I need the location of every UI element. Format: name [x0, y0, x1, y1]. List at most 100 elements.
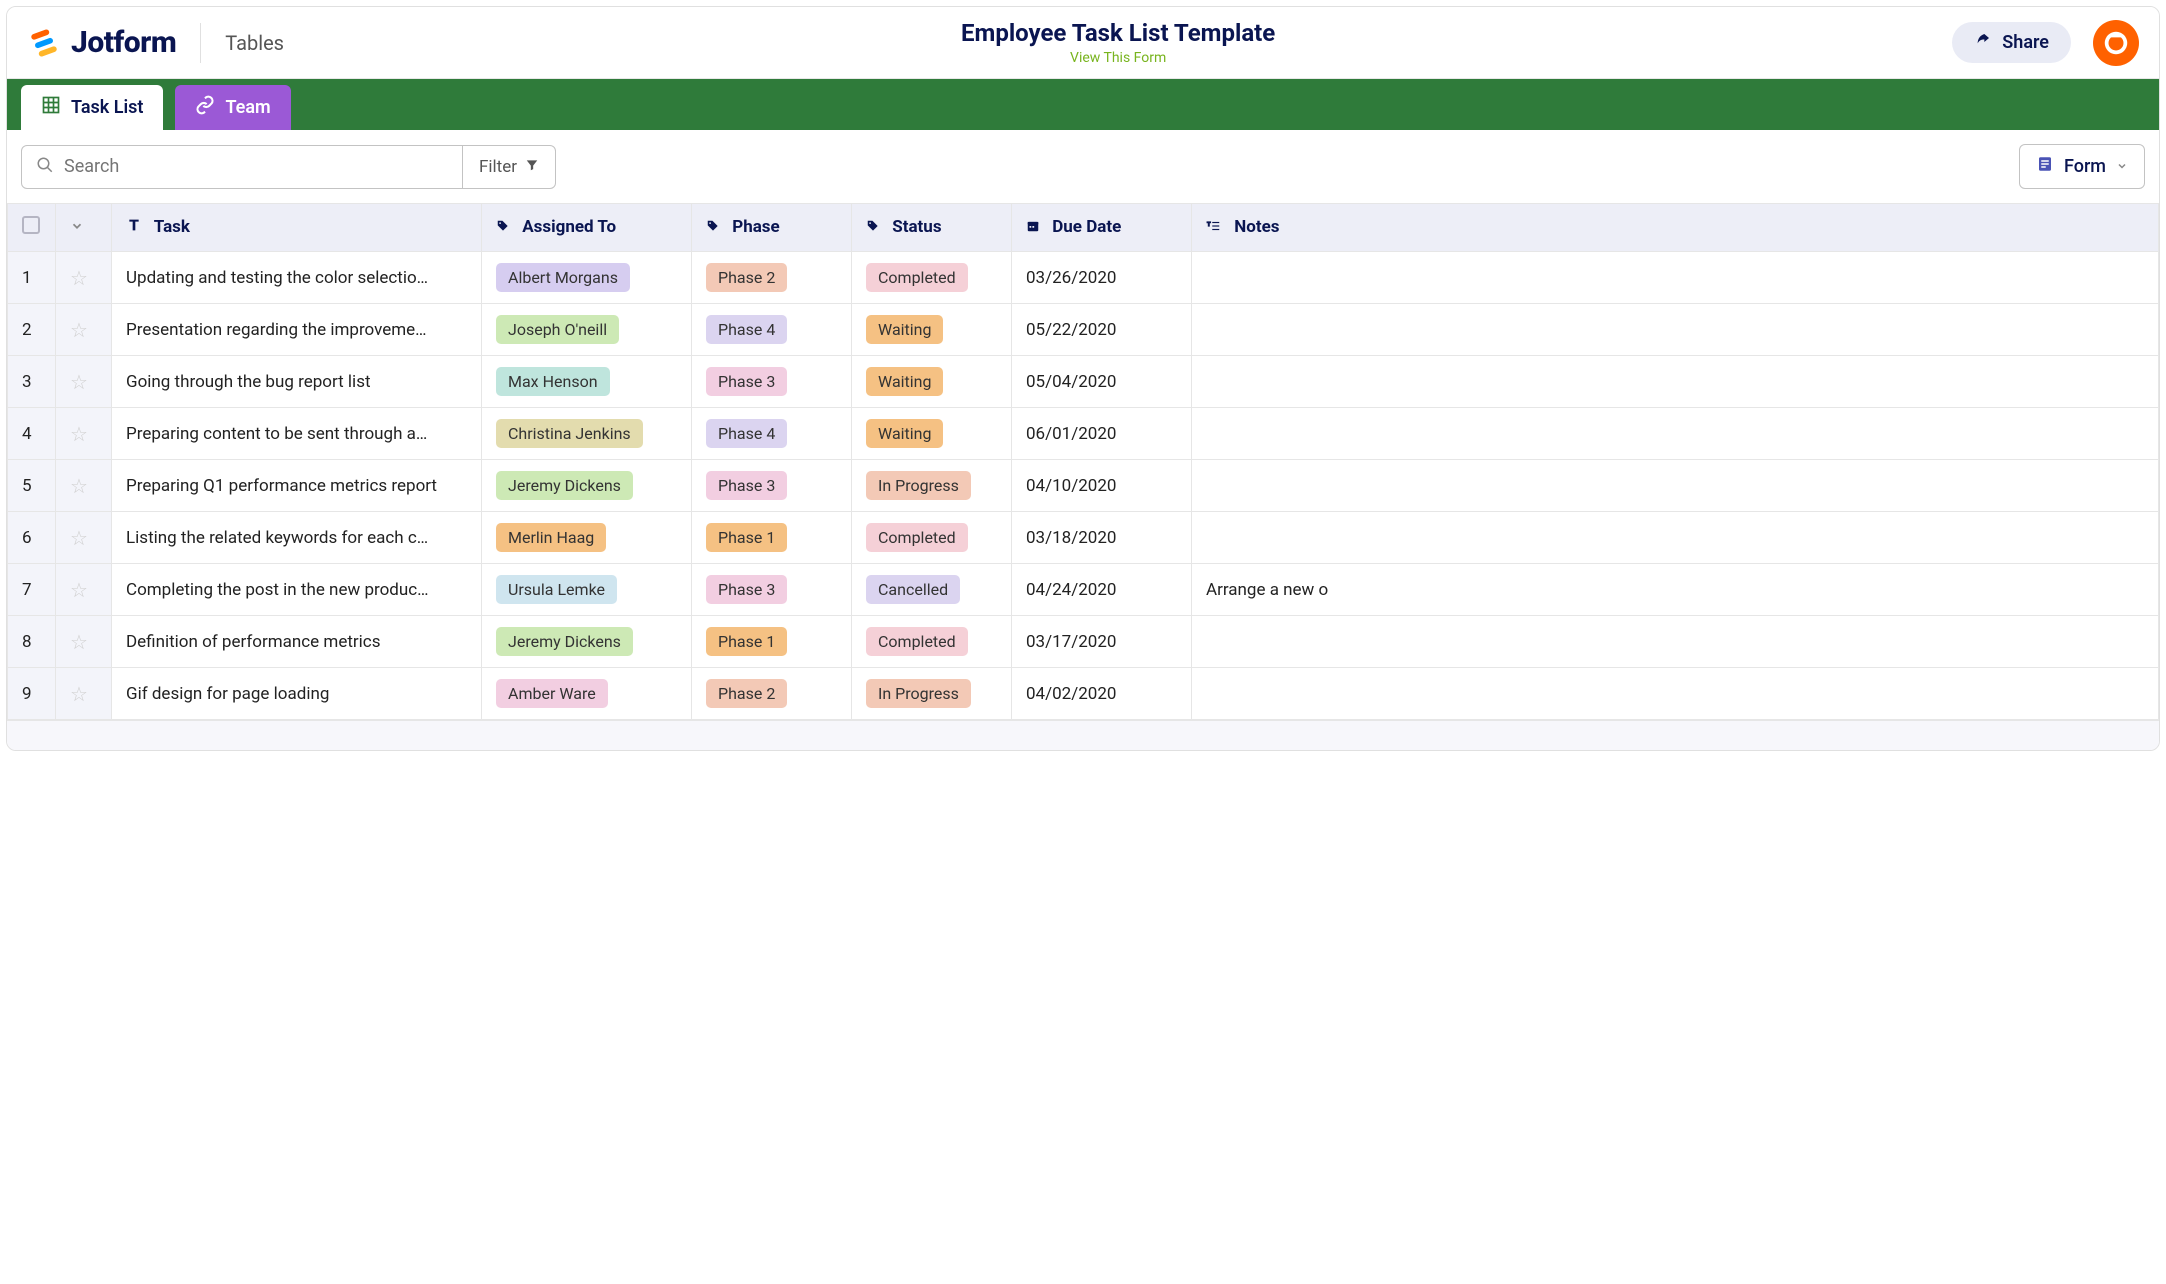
notes-cell[interactable]	[1192, 252, 2159, 304]
tab-task-list[interactable]: Task List	[21, 85, 163, 130]
notes-cell[interactable]	[1192, 460, 2159, 512]
assigned-tag[interactable]: Amber Ware	[496, 679, 608, 708]
table-row[interactable]: 8☆Definition of performance metricsJerem…	[8, 616, 2159, 668]
assigned-tag[interactable]: Jeremy Dickens	[496, 627, 633, 656]
col-notes[interactable]: T Notes	[1192, 204, 2159, 252]
phase-tag[interactable]: Phase 1	[706, 523, 787, 552]
phase-tag[interactable]: Phase 1	[706, 627, 787, 656]
share-button[interactable]: Share	[1952, 22, 2071, 63]
filter-button[interactable]: Filter	[462, 146, 555, 188]
assigned-cell[interactable]: Amber Ware	[482, 668, 692, 720]
table-row[interactable]: 2☆Presentation regarding the improveme…J…	[8, 304, 2159, 356]
status-tag[interactable]: Waiting	[866, 367, 943, 396]
notes-cell[interactable]	[1192, 408, 2159, 460]
star-cell[interactable]: ☆	[56, 408, 112, 460]
assigned-tag[interactable]: Jeremy Dickens	[496, 471, 633, 500]
assigned-cell[interactable]: Max Henson	[482, 356, 692, 408]
expand-header[interactable]	[56, 204, 112, 252]
notes-cell[interactable]	[1192, 512, 2159, 564]
star-cell[interactable]: ☆	[56, 668, 112, 720]
due-cell[interactable]: 03/17/2020	[1012, 616, 1192, 668]
table-row[interactable]: 7☆Completing the post in the new produc……	[8, 564, 2159, 616]
form-view-button[interactable]: Form	[2019, 144, 2145, 189]
phase-cell[interactable]: Phase 4	[692, 408, 852, 460]
assigned-cell[interactable]: Albert Morgans	[482, 252, 692, 304]
section-label[interactable]: Tables	[225, 31, 284, 55]
table-row[interactable]: 5☆Preparing Q1 performance metrics repor…	[8, 460, 2159, 512]
status-cell[interactable]: Completed	[852, 512, 1012, 564]
status-cell[interactable]: Waiting	[852, 304, 1012, 356]
phase-cell[interactable]: Phase 2	[692, 252, 852, 304]
star-cell[interactable]: ☆	[56, 564, 112, 616]
table-row[interactable]: 4☆Preparing content to be sent through a…	[8, 408, 2159, 460]
task-cell[interactable]: Going through the bug report list	[112, 356, 482, 408]
phase-cell[interactable]: Phase 3	[692, 460, 852, 512]
col-assigned[interactable]: Assigned To	[482, 204, 692, 252]
due-cell[interactable]: 04/02/2020	[1012, 668, 1192, 720]
status-tag[interactable]: Completed	[866, 627, 968, 656]
assigned-cell[interactable]: Joseph O'neill	[482, 304, 692, 356]
phase-tag[interactable]: Phase 3	[706, 367, 787, 396]
phase-tag[interactable]: Phase 4	[706, 419, 787, 448]
assigned-tag[interactable]: Joseph O'neill	[496, 315, 619, 344]
status-cell[interactable]: Completed	[852, 252, 1012, 304]
avatar[interactable]	[2093, 20, 2139, 66]
phase-tag[interactable]: Phase 3	[706, 471, 787, 500]
task-cell[interactable]: Definition of performance metrics	[112, 616, 482, 668]
search-input[interactable]	[64, 156, 448, 177]
assigned-cell[interactable]: Jeremy Dickens	[482, 616, 692, 668]
table-row[interactable]: 9☆Gif design for page loadingAmber WareP…	[8, 668, 2159, 720]
due-cell[interactable]: 03/26/2020	[1012, 252, 1192, 304]
due-cell[interactable]: 04/10/2020	[1012, 460, 1192, 512]
assigned-tag[interactable]: Merlin Haag	[496, 523, 606, 552]
col-phase[interactable]: Phase	[692, 204, 852, 252]
assigned-tag[interactable]: Christina Jenkins	[496, 419, 643, 448]
star-cell[interactable]: ☆	[56, 252, 112, 304]
phase-cell[interactable]: Phase 3	[692, 356, 852, 408]
status-tag[interactable]: Waiting	[866, 315, 943, 344]
task-cell[interactable]: Preparing content to be sent through a…	[112, 408, 482, 460]
table-row[interactable]: 6☆Listing the related keywords for each …	[8, 512, 2159, 564]
table-row[interactable]: 3☆Going through the bug report listMax H…	[8, 356, 2159, 408]
assigned-tag[interactable]: Ursula Lemke	[496, 575, 617, 604]
phase-cell[interactable]: Phase 1	[692, 616, 852, 668]
star-cell[interactable]: ☆	[56, 512, 112, 564]
status-cell[interactable]: In Progress	[852, 668, 1012, 720]
due-cell[interactable]: 05/22/2020	[1012, 304, 1192, 356]
task-cell[interactable]: Preparing Q1 performance metrics report	[112, 460, 482, 512]
status-cell[interactable]: Cancelled	[852, 564, 1012, 616]
task-cell[interactable]: Completing the post in the new produc…	[112, 564, 482, 616]
assigned-cell[interactable]: Christina Jenkins	[482, 408, 692, 460]
notes-cell[interactable]	[1192, 616, 2159, 668]
notes-cell[interactable]	[1192, 668, 2159, 720]
due-cell[interactable]: 03/18/2020	[1012, 512, 1192, 564]
notes-cell[interactable]: Arrange a new o	[1192, 564, 2159, 616]
phase-cell[interactable]: Phase 2	[692, 668, 852, 720]
assigned-cell[interactable]: Ursula Lemke	[482, 564, 692, 616]
status-tag[interactable]: Completed	[866, 263, 968, 292]
phase-cell[interactable]: Phase 1	[692, 512, 852, 564]
status-cell[interactable]: Waiting	[852, 408, 1012, 460]
assigned-cell[interactable]: Jeremy Dickens	[482, 460, 692, 512]
phase-cell[interactable]: Phase 3	[692, 564, 852, 616]
phase-tag[interactable]: Phase 2	[706, 263, 787, 292]
due-cell[interactable]: 05/04/2020	[1012, 356, 1192, 408]
status-tag[interactable]: In Progress	[866, 471, 971, 500]
task-cell[interactable]: Updating and testing the color selectio…	[112, 252, 482, 304]
checkbox-icon[interactable]	[22, 216, 40, 234]
col-due[interactable]: Due Date	[1012, 204, 1192, 252]
assigned-tag[interactable]: Max Henson	[496, 367, 610, 396]
brand-logo[interactable]: Jotform	[27, 25, 176, 60]
task-cell[interactable]: Gif design for page loading	[112, 668, 482, 720]
view-form-link[interactable]: View This Form	[1070, 50, 1166, 66]
tab-team[interactable]: Team	[175, 85, 290, 130]
status-tag[interactable]: Cancelled	[866, 575, 960, 604]
assigned-tag[interactable]: Albert Morgans	[496, 263, 630, 292]
notes-cell[interactable]	[1192, 356, 2159, 408]
assigned-cell[interactable]: Merlin Haag	[482, 512, 692, 564]
phase-cell[interactable]: Phase 4	[692, 304, 852, 356]
star-cell[interactable]: ☆	[56, 460, 112, 512]
due-cell[interactable]: 06/01/2020	[1012, 408, 1192, 460]
status-cell[interactable]: Completed	[852, 616, 1012, 668]
phase-tag[interactable]: Phase 4	[706, 315, 787, 344]
